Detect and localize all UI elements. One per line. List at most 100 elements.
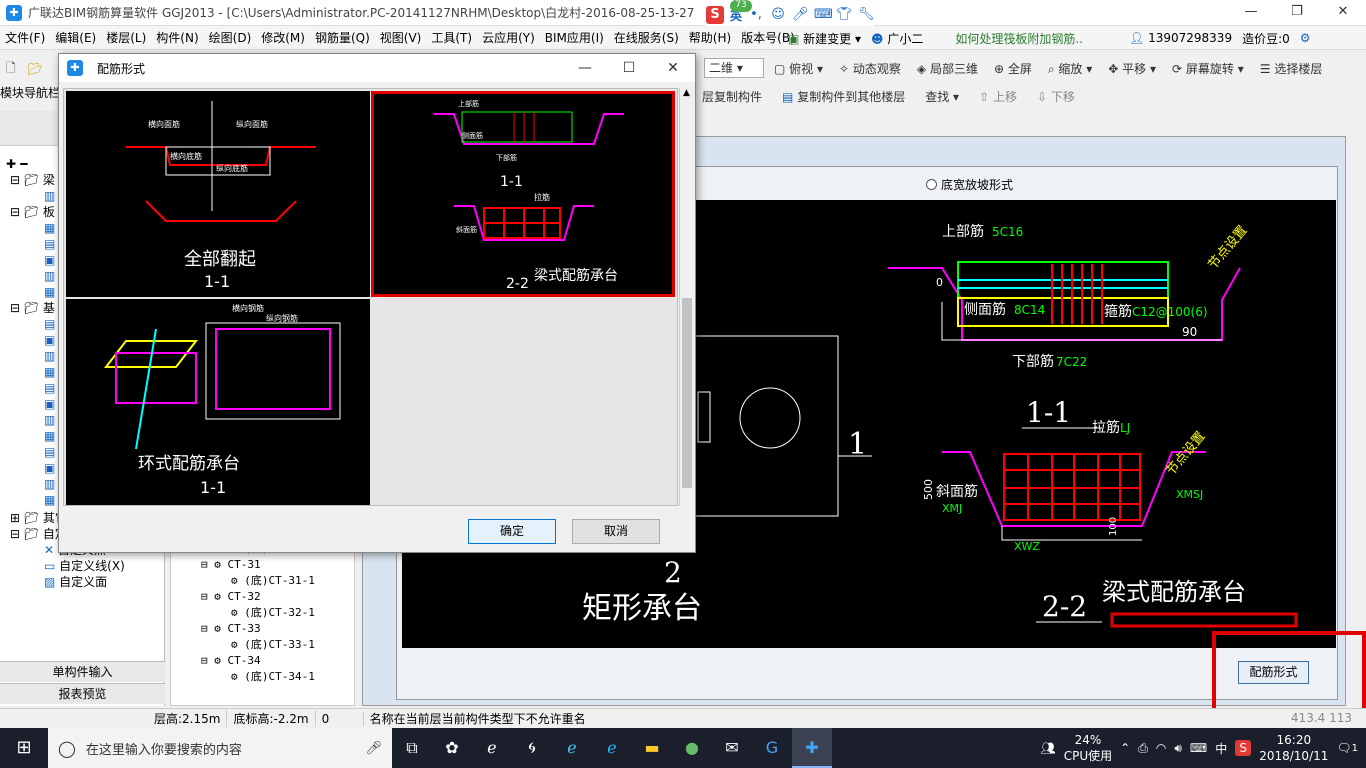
slope-form-option[interactable]: 底宽放坡形式 xyxy=(926,176,1013,193)
list-item[interactable]: ⚙ (底)CT-34-1 xyxy=(171,669,354,685)
menu-edit[interactable]: 编辑(E) xyxy=(50,29,101,46)
pan-button[interactable]: ✥ 平移 ▾ xyxy=(1102,60,1162,77)
thumb-all-raised[interactable]: 横向面筋 纵向面筋 横向底筋 纵向底筋 全部翻起 1-1 xyxy=(66,91,370,297)
wifi-icon[interactable]: ◠ xyxy=(1156,741,1166,755)
menu-online[interactable]: 在线服务(S) xyxy=(609,29,684,46)
wrench-icon[interactable]: 🔧︎ xyxy=(858,7,875,23)
cancel-button[interactable]: 取消 xyxy=(572,519,660,544)
move-down-button[interactable]: ⇩ 下移 xyxy=(1031,88,1081,105)
tree-custom-line[interactable]: ▭ 自定义线(X) xyxy=(0,558,164,574)
node-setting-top: 节点设置 xyxy=(1206,223,1251,272)
orbit-button[interactable]: ✧ 动态观察 xyxy=(833,60,907,77)
top-view-button[interactable]: ▢ 俯视 ▾ xyxy=(768,60,829,77)
list-item[interactable]: ⚙ (底)CT-32-1 xyxy=(171,605,354,621)
scroll-thumb[interactable] xyxy=(682,298,692,488)
tree-custom-face[interactable]: ▨ 自定义面 xyxy=(0,574,164,590)
menu-rebar-qty[interactable]: 钢筋量(Q) xyxy=(310,29,375,46)
fullscreen-button[interactable]: ⊕ 全屏 xyxy=(988,60,1038,77)
file-explorer-icon[interactable]: ▬ xyxy=(632,728,672,768)
ok-button[interactable]: 确定 xyxy=(468,519,556,544)
list-item[interactable]: ⊟ ⚙ CT-31 xyxy=(171,557,354,573)
volume-icon[interactable]: 🔊︎ xyxy=(1174,741,1182,756)
settings-icon[interactable]: ⚙ xyxy=(1300,31,1311,45)
system-tray: 👥︎ 24% CPU使用 ⌃ ⎙ ◠ 🔊︎ ⌨ 中 S 16:20 2018/1… xyxy=(1041,728,1366,768)
menu-view[interactable]: 视图(V) xyxy=(375,29,427,46)
taskbar-search[interactable]: ◯ 在这里输入你要搜索的内容 🎤︎ xyxy=(48,728,392,768)
copy-floor-component-button[interactable]: 层复制构件 xyxy=(696,88,768,105)
new-file-icon[interactable]: 🗋 xyxy=(0,59,22,80)
task-view-icon[interactable]: ⧉ xyxy=(392,728,432,768)
menu-bim[interactable]: BIM应用(I) xyxy=(540,29,609,46)
menu-component[interactable]: 构件(N) xyxy=(151,29,203,46)
list-item[interactable]: ⊟ ⚙ CT-34 xyxy=(171,653,354,669)
select-floor-button[interactable]: ☰ 选择楼层 xyxy=(1254,60,1329,77)
rotate-screen-label: 屏幕旋转 xyxy=(1185,61,1234,76)
dialog-maximize-button[interactable]: ☐ xyxy=(607,54,651,82)
start-button[interactable]: ⊞ xyxy=(0,728,48,768)
sogou-ime-icon[interactable]: S xyxy=(706,6,724,24)
cpu-percent: 24% xyxy=(1074,733,1102,747)
user-phone[interactable]: 👤︎ 13907298339 xyxy=(1129,31,1232,45)
local-3d-button[interactable]: ◈ 局部三维 xyxy=(911,60,984,77)
restore-button[interactable]: ❐ xyxy=(1274,0,1320,24)
green-app-icon[interactable]: ● xyxy=(672,728,712,768)
open-file-icon[interactable]: 📂︎ xyxy=(22,62,49,76)
edge-icon[interactable]: ℯ xyxy=(552,728,592,768)
rotate-screen-button[interactable]: ⟳ 屏幕旋转 ▾ xyxy=(1166,60,1250,77)
menu-help[interactable]: 帮助(H) xyxy=(684,29,736,46)
minimize-button[interactable]: — xyxy=(1228,0,1274,24)
ie-icon[interactable]: ℯ xyxy=(592,728,632,768)
sogou-tray-icon[interactable]: S xyxy=(1235,740,1252,756)
menu-file[interactable]: 文件(F) xyxy=(0,29,50,46)
dialog-scrollbar[interactable]: ▲ xyxy=(679,88,693,506)
shirt-icon[interactable]: 👕︎ xyxy=(836,7,853,23)
ime-zh-indicator[interactable]: 中 xyxy=(1215,740,1227,757)
clock[interactable]: 16:20 2018/10/11 xyxy=(1259,732,1328,764)
move-up-button[interactable]: ⇧ 上移 xyxy=(973,88,1023,105)
list-item[interactable]: ⚙ (底)CT-33-1 xyxy=(171,637,354,653)
menu-cloud[interactable]: 云应用(Y) xyxy=(477,29,540,46)
mail-icon[interactable]: ✉ xyxy=(712,728,752,768)
help-link[interactable]: 如何处理筏板附加钢筋.. xyxy=(955,30,1083,47)
mic-icon[interactable]: 🎤︎ xyxy=(365,741,382,756)
close-button[interactable]: ✕ xyxy=(1320,0,1366,24)
ggj-app-icon[interactable]: ✚ xyxy=(792,728,832,768)
tray-expand-icon[interactable]: ⌃ xyxy=(1120,741,1130,755)
list-item[interactable]: ⊟ ⚙ CT-32 xyxy=(171,589,354,605)
keyboard-icon[interactable]: ⌨ xyxy=(814,7,833,23)
radio-button[interactable] xyxy=(926,179,937,190)
list-item[interactable]: ⚙ (底)CT-31-1 xyxy=(171,573,354,589)
list-item[interactable]: ⊟ ⚙ CT-33 xyxy=(171,621,354,637)
custom-line-icon: ▭ xyxy=(44,559,56,573)
keyboard-tray-icon[interactable]: ⌨ xyxy=(1190,741,1207,755)
menu-draw[interactable]: 绘图(D) xyxy=(204,29,257,46)
report-preview-button[interactable]: 报表预览 xyxy=(0,683,165,704)
network-device-icon[interactable]: ⎙ xyxy=(1138,741,1148,756)
find-button[interactable]: 查找 ▾ xyxy=(919,88,965,105)
g-app-icon[interactable]: G xyxy=(752,728,792,768)
menu-floor[interactable]: 楼层(L) xyxy=(101,29,151,46)
swirl-app-icon[interactable]: 🌀︎ xyxy=(512,728,552,768)
menu-tools[interactable]: 工具(T) xyxy=(426,29,477,46)
action-center-icon[interactable]: 🗨︎ xyxy=(1336,741,1351,755)
fan-app-icon[interactable]: ✿ xyxy=(432,728,472,768)
thumb-ring-cap[interactable]: 横向钢筋 纵向钢筋 环式配筋承台 1-1 xyxy=(66,299,370,505)
zoom-button[interactable]: ⌕ 缩放 ▾ xyxy=(1042,60,1098,77)
reinforcement-form-dialog: ✚ 配筋形式 — ☐ ✕ 横向面筋 纵向面筋 横向底筋 纵向底筋 全部翻起 1-… xyxy=(58,53,696,553)
people-icon[interactable]: 👥︎ xyxy=(1041,741,1056,755)
t2-label-slant: 斜面筋 xyxy=(456,225,477,234)
mic-icon[interactable]: 🎤︎ xyxy=(792,7,809,23)
new-change-button[interactable]: ▣ 新建变更 ▾ xyxy=(788,30,861,47)
dialog-minimize-button[interactable]: — xyxy=(563,54,607,82)
edge-legacy-icon[interactable]: ℯ xyxy=(472,728,512,768)
single-component-input-button[interactable]: 单构件输入 xyxy=(0,661,165,682)
copy-to-other-floors-button[interactable]: ▤ 复制构件到其他楼层 xyxy=(776,88,911,105)
scroll-up-icon[interactable]: ▲ xyxy=(680,88,693,100)
emoji-icon[interactable]: ☺ xyxy=(770,7,786,23)
thumb-beam-cap[interactable]: 上部筋 侧面筋 下部筋 1-1 拉筋 斜面筋 梁式配筋承台 2-2 xyxy=(371,91,675,297)
view-mode-select[interactable]: 二维 ▾ xyxy=(704,58,764,78)
list-item-label: CT-31 xyxy=(227,558,261,571)
menu-modify[interactable]: 修改(M) xyxy=(256,29,310,46)
dialog-close-button[interactable]: ✕ xyxy=(651,54,695,82)
assistant-button[interactable]: ☻ 广小二 xyxy=(871,30,923,47)
